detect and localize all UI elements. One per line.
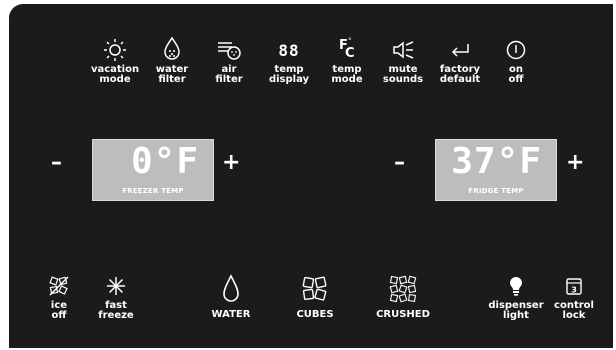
svg-text:3: 3 [571, 286, 577, 295]
freezer-temp-label: FREEZER TEMP [122, 187, 184, 195]
fridge-minus-button[interactable]: – [394, 152, 405, 174]
filter-label: filter [158, 74, 186, 85]
fridge-temp-value: 37°F [451, 141, 542, 182]
snowflake-icon [105, 274, 127, 298]
air-filter-button[interactable]: air filter [207, 38, 251, 85]
water-drop-filter-icon [161, 36, 183, 62]
sounds-label: sounds [382, 74, 424, 85]
light-bulb-icon [508, 274, 524, 298]
ice-off-button[interactable]: ice off [44, 274, 74, 321]
lock-icon: 3 [565, 274, 583, 298]
mode-label: mode [331, 74, 363, 85]
air-filter-icon [216, 38, 242, 62]
segment-88-icon: 88 [278, 40, 300, 60]
water-filter-button[interactable]: water filter [150, 36, 194, 85]
ice-cubes-icon [301, 274, 329, 304]
water-drop-icon [221, 274, 241, 304]
crushed-dispense-button[interactable]: CRUSHED [373, 274, 433, 320]
freezer-temp-value: 0°F [130, 141, 199, 182]
lock-label: lock [562, 310, 586, 321]
freeze-label: freeze [98, 310, 134, 321]
fridge-temp-display: 37°F FRIDGE TEMP [435, 139, 557, 201]
cubes-label: CUBES [296, 309, 334, 320]
filter-label: filter [215, 74, 243, 85]
return-arrow-icon [448, 38, 472, 62]
control-lock-button[interactable]: 3 control lock [552, 274, 596, 321]
fast-freeze-button[interactable]: fast freeze [96, 274, 136, 321]
display-label: display [268, 74, 310, 85]
fridge-plus-button[interactable]: + [566, 152, 584, 174]
water-dispense-button[interactable]: WATER [206, 274, 256, 320]
fridge-temp-label: FRIDGE TEMP [468, 187, 524, 195]
temp-mode-button[interactable]: F ° C temp mode [327, 38, 367, 85]
off-label: off [51, 310, 67, 321]
fahrenheit-celsius-icon: F ° C [339, 37, 355, 61]
mute-sounds-button[interactable]: mute sounds [380, 38, 426, 85]
freezer-plus-button[interactable]: + [222, 152, 240, 174]
dispenser-light-button[interactable]: dispenser light [488, 274, 544, 321]
light-label: light [503, 310, 529, 321]
factory-default-button[interactable]: factory default [436, 38, 484, 85]
ice-off-icon [48, 274, 70, 298]
freezer-temp-display: 0°F FREEZER TEMP [92, 139, 214, 201]
temp-display-button[interactable]: 88 temp display [266, 38, 312, 85]
default-label: default [439, 74, 481, 85]
power-icon [505, 38, 527, 62]
crushed-ice-icon [389, 274, 417, 304]
sun-icon [103, 38, 127, 62]
mode-label: mode [99, 74, 131, 85]
power-button[interactable]: on off [498, 38, 534, 85]
freezer-minus-button[interactable]: – [51, 152, 62, 174]
mute-speaker-icon [391, 38, 415, 62]
crushed-label: CRUSHED [376, 309, 430, 320]
water-label: WATER [211, 309, 251, 320]
cubes-dispense-button[interactable]: CUBES [290, 274, 340, 320]
vacation-mode-button[interactable]: vacation mode [91, 38, 139, 85]
off-label: off [508, 74, 524, 85]
